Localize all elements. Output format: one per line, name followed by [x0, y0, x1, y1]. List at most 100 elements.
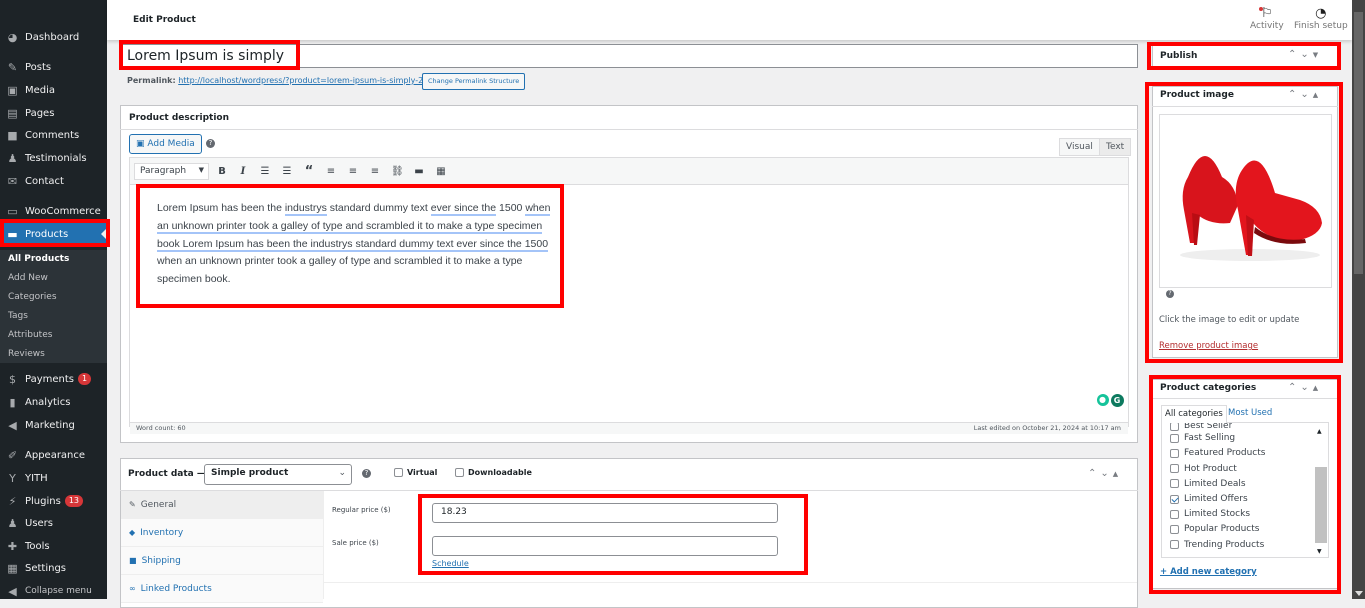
blockquote-icon[interactable]: “	[303, 165, 315, 178]
regular-price-input[interactable]: 18.23	[432, 503, 778, 523]
scrollbar-thumb[interactable]	[1354, 12, 1363, 274]
submenu-item-attributes[interactable]: Attributes	[8, 330, 52, 340]
link-icon[interactable]: ⛓	[391, 166, 404, 178]
image-controls[interactable]: ⌃⌄▲	[1288, 89, 1322, 100]
scroll-down-icon[interactable]	[1355, 591, 1363, 596]
category-item[interactable]: Hot Product	[1170, 464, 1237, 474]
sidebar-item-dashboard[interactable]: ◕ Dashboard	[0, 26, 107, 48]
sidebar-item-tools[interactable]: ✚ Tools	[0, 535, 107, 557]
help-icon[interactable]: ?	[362, 469, 371, 478]
category-item[interactable]: Limited Stocks	[1170, 509, 1250, 519]
tab-shipping[interactable]: ■ Shipping	[121, 547, 323, 575]
sale-price-input[interactable]	[432, 536, 778, 556]
chevron-down-icon[interactable]: ⌄	[1100, 468, 1112, 479]
product-image[interactable]	[1159, 114, 1332, 288]
toolbar-toggle-icon[interactable]: ▦	[435, 166, 447, 178]
add-category-link[interactable]: + Add new category	[1160, 567, 1257, 577]
grammarly-widget[interactable]: ● G	[1093, 391, 1127, 409]
help-icon[interactable]: ?	[206, 139, 215, 148]
editor-area[interactable]	[129, 157, 1129, 427]
chevron-down-icon[interactable]: ⌄	[1300, 49, 1312, 60]
chevron-up-icon[interactable]: ⌃	[1088, 468, 1100, 479]
category-checkbox[interactable]	[1170, 433, 1179, 443]
schedule-link[interactable]: Schedule	[432, 559, 469, 568]
remove-image-link[interactable]: Remove product image	[1159, 341, 1258, 351]
category-checkbox[interactable]	[1170, 524, 1179, 534]
category-item[interactable]: Limited Offers	[1170, 494, 1248, 504]
tab-all-categories[interactable]: All categories	[1161, 405, 1227, 423]
sidebar-item-users[interactable]: ♟ Users	[0, 512, 107, 534]
tab-general[interactable]: ✎ General	[121, 491, 323, 519]
sidebar-item-woocommerce[interactable]: ▭ WooCommerce	[0, 200, 107, 222]
bullet-list-icon[interactable]: ☰	[259, 166, 271, 178]
toggle-arrow-icon[interactable]: ▼	[1313, 51, 1322, 59]
add-media-button[interactable]: ▣ Add Media	[129, 134, 202, 154]
category-item[interactable]: Popular Products	[1170, 524, 1259, 534]
category-checkbox[interactable]	[1170, 494, 1179, 504]
product-title-input[interactable]: Lorem Ipsum is simply	[120, 44, 1138, 68]
tab-visual[interactable]: Visual	[1059, 138, 1100, 156]
downloadable-checkbox[interactable]: Downloadable	[455, 468, 532, 477]
permalink-url[interactable]: http://localhost/wordpress/?product=lore…	[178, 76, 428, 85]
align-center-icon[interactable]: ≡	[347, 166, 359, 178]
italic-icon[interactable]: I	[237, 166, 249, 178]
checkbox[interactable]	[394, 468, 403, 477]
sidebar-item-settings[interactable]: ▦ Settings	[0, 557, 107, 579]
scroll-up-icon[interactable]: ▲	[1317, 428, 1322, 435]
sidebar-item-yith[interactable]: Y YITH	[0, 467, 107, 489]
numbered-list-icon[interactable]: ☰	[281, 166, 293, 178]
sidebar-item-posts[interactable]: ✎ Posts	[0, 56, 107, 78]
submenu-item-tags[interactable]: Tags	[8, 311, 28, 321]
category-item[interactable]: Trending Products	[1170, 540, 1264, 550]
sidebar-item-pages[interactable]: ▤ Pages	[0, 102, 107, 124]
bold-icon[interactable]: B	[216, 166, 228, 178]
activity-button[interactable]: ⚐ Activity	[1250, 6, 1284, 31]
finish-setup-button[interactable]: ◔ Finish setup	[1294, 6, 1348, 31]
sidebar-item-contact[interactable]: ✉ Contact	[0, 170, 107, 192]
chevron-up-icon[interactable]: ⌃	[1288, 89, 1300, 100]
toggle-arrow-icon[interactable]: ▲	[1313, 91, 1322, 99]
change-permalink-button[interactable]: Change Permalink Structure	[422, 73, 526, 90]
category-item[interactable]: Featured Products	[1170, 448, 1265, 458]
sidebar-item-testimonials[interactable]: ♟ Testimonials	[0, 147, 107, 169]
category-checkbox[interactable]	[1170, 509, 1179, 519]
publish-controls[interactable]: ⌃⌄▼	[1288, 49, 1322, 60]
scroll-down-icon[interactable]: ▼	[1317, 548, 1322, 555]
chevron-down-icon[interactable]: ⌄	[1300, 382, 1312, 393]
tab-text[interactable]: Text	[1099, 138, 1132, 156]
sidebar-item-products[interactable]: ▬ Products	[0, 223, 107, 245]
chevron-down-icon[interactable]: ⌄	[1300, 89, 1312, 100]
category-checkbox[interactable]	[1170, 422, 1179, 431]
category-checkbox[interactable]	[1170, 540, 1179, 550]
page-scrollbar[interactable]	[1352, 0, 1365, 599]
chevron-up-icon[interactable]: ⌃	[1288, 49, 1300, 60]
sidebar-item-comments[interactable]: ■ Comments	[0, 124, 107, 146]
tab-inventory[interactable]: ◆ Inventory	[121, 519, 323, 547]
checkbox[interactable]	[455, 468, 464, 477]
format-select[interactable]: Paragraph ▼	[134, 163, 209, 180]
product-type-select[interactable]: Simple product ⌄	[204, 464, 352, 485]
sidebar-item-plugins[interactable]: ⚡ Plugins 13	[0, 490, 107, 512]
category-scrollbar[interactable]: ▲ ▼	[1314, 423, 1328, 557]
sidebar-item-marketing[interactable]: ◀ Marketing	[0, 414, 107, 436]
category-item[interactable]: Limited Deals	[1170, 479, 1246, 489]
box-controls[interactable]: ⌃⌄▲	[1088, 468, 1122, 479]
submenu-item-all-products[interactable]: All Products	[8, 254, 69, 264]
virtual-checkbox[interactable]: Virtual	[394, 468, 437, 477]
tab-most-used[interactable]: Most Used	[1228, 408, 1272, 418]
sidebar-item-payments[interactable]: $ Payments 1	[0, 368, 107, 390]
help-icon[interactable]: ?	[1166, 290, 1174, 298]
sidebar-item-analytics[interactable]: ▮ Analytics	[0, 391, 107, 413]
align-right-icon[interactable]: ≡	[369, 166, 381, 178]
align-left-icon[interactable]: ≡	[325, 166, 337, 178]
toggle-arrow-icon[interactable]: ▲	[1313, 384, 1322, 392]
sidebar-item-media[interactable]: ▣ Media	[0, 79, 107, 101]
category-checkbox[interactable]	[1170, 479, 1179, 489]
submenu-item-add-new[interactable]: Add New	[8, 273, 48, 283]
categories-controls[interactable]: ⌃⌄▲	[1288, 382, 1322, 393]
submenu-item-reviews[interactable]: Reviews	[8, 349, 45, 359]
category-item[interactable]: Fast Selling	[1170, 433, 1235, 443]
description-content[interactable]: Lorem Ipsum has been the industrys stand…	[157, 200, 552, 289]
category-checkbox[interactable]	[1170, 464, 1179, 474]
submenu-item-categories[interactable]: Categories	[8, 292, 57, 302]
